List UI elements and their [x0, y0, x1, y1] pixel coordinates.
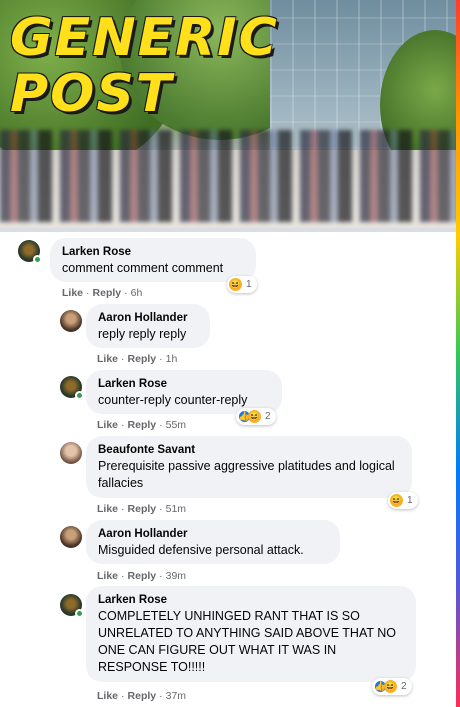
comment-timestamp[interactable]: 6h — [131, 287, 143, 299]
avatar[interactable] — [60, 442, 82, 464]
comment-author[interactable]: Aaron Hollander — [98, 527, 328, 542]
online-status-icon — [75, 609, 84, 618]
avatar[interactable] — [18, 240, 42, 264]
comment-bubble: Beaufonte Savant Prerequisite passive ag… — [86, 436, 412, 498]
reaction-summary[interactable]: 😆 1 — [388, 492, 418, 509]
title-line-2: POST — [10, 64, 174, 124]
avatar[interactable] — [60, 310, 82, 332]
rainbow-edge-strip — [456, 0, 460, 707]
like-button[interactable]: Like — [97, 419, 118, 431]
comment-actions: Like · Reply · 39m — [97, 570, 187, 582]
reaction-count: 2 — [265, 411, 271, 422]
haha-emoji-icon: 😆 — [384, 680, 397, 693]
comment-author[interactable]: Larken Rose — [62, 245, 244, 260]
reply-button[interactable]: Reply — [128, 503, 157, 515]
comment-bubble: Larken Rose comment comment comment — [50, 238, 256, 282]
comment-timestamp[interactable]: 55m — [166, 419, 186, 431]
avatar[interactable] — [60, 594, 84, 618]
online-status-icon — [75, 391, 84, 400]
comment-author[interactable]: Beaufonte Savant — [98, 443, 400, 458]
comment-bubble: Larken Rose COMPLETELY UNHINGED RANT THA… — [86, 586, 416, 682]
like-button[interactable]: Like — [97, 353, 118, 365]
comment-text: Prerequisite passive aggressive platitud… — [98, 459, 395, 490]
reaction-count: 1 — [246, 279, 252, 290]
comment-timestamp[interactable]: 39m — [166, 570, 186, 582]
comment-actions: Like · Reply · 6h — [62, 287, 143, 299]
comment-text: reply reply reply — [98, 327, 187, 341]
like-button[interactable]: Like — [62, 287, 83, 299]
comment-text: Misguided defensive personal attack. — [98, 543, 304, 557]
haha-emoji-icon: 😆 — [229, 278, 242, 291]
comment-author[interactable]: Larken Rose — [98, 593, 404, 608]
reply-button[interactable]: Reply — [128, 353, 157, 365]
comment-timestamp[interactable]: 1h — [166, 353, 178, 365]
comment-text: COMPLETELY UNHINGED RANT THAT IS SO UNRE… — [98, 609, 396, 674]
reaction-count: 2 — [401, 681, 407, 692]
comment-bubble: Aaron Hollander Misguided defensive pers… — [86, 520, 340, 564]
avatar[interactable] — [60, 526, 82, 548]
comment-actions: Like · Reply · 37m — [97, 690, 187, 702]
blurred-crowd — [0, 130, 460, 222]
post-title: GENERIC POST — [10, 10, 279, 122]
reply-button[interactable]: Reply — [128, 690, 157, 702]
comment-actions: Like · Reply · 1h — [97, 353, 178, 365]
reply-button[interactable]: Reply — [128, 419, 157, 431]
comment-timestamp[interactable]: 37m — [166, 690, 186, 702]
haha-emoji-icon: 😆 — [390, 494, 403, 507]
haha-emoji-icon: 😆 — [248, 410, 261, 423]
comments-panel: Larken Rose comment comment comment 😆 1 … — [0, 228, 456, 707]
reaction-summary[interactable]: 😆 1 — [227, 276, 257, 293]
reply-button[interactable]: Reply — [93, 287, 122, 299]
title-line-1: GENERIC — [10, 8, 279, 68]
online-status-icon — [33, 255, 42, 264]
comment-text: counter-reply counter-reply — [98, 393, 248, 407]
comment-bubble: Aaron Hollander reply reply reply — [86, 304, 210, 348]
reply-button[interactable]: Reply — [128, 570, 157, 582]
comment-actions: Like · Reply · 51m — [97, 503, 187, 515]
comment-author[interactable]: Aaron Hollander — [98, 311, 198, 326]
header-photo: GENERIC POST — [0, 0, 460, 228]
reaction-summary[interactable]: 👍 😆 2 — [372, 678, 412, 695]
comment-author[interactable]: Larken Rose — [98, 377, 270, 392]
like-button[interactable]: Like — [97, 570, 118, 582]
reaction-count: 1 — [407, 495, 413, 506]
avatar[interactable] — [60, 376, 84, 400]
like-button[interactable]: Like — [97, 503, 118, 515]
reaction-summary[interactable]: 👍 😆 2 — [236, 408, 276, 425]
comment-text: comment comment comment — [62, 261, 224, 275]
comment-timestamp[interactable]: 51m — [166, 503, 186, 515]
comment-actions: Like · Reply · 55m — [97, 419, 187, 431]
like-button[interactable]: Like — [97, 690, 118, 702]
